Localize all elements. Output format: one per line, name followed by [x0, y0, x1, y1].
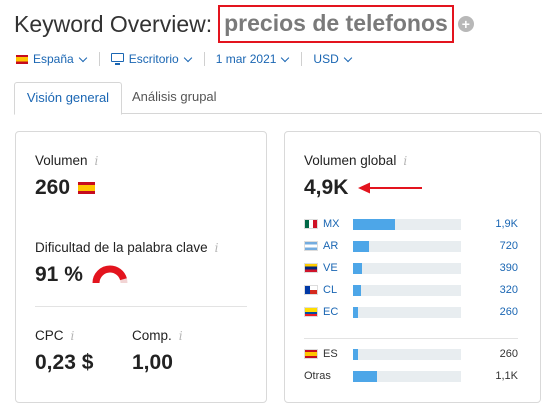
- tab-vision-general[interactable]: Visión general: [14, 82, 122, 115]
- date-filter-label: 1 mar 2021: [215, 52, 277, 66]
- chevron-down-icon: [183, 53, 192, 62]
- filter-separator: [98, 52, 100, 66]
- mx-flag-icon: [304, 219, 318, 229]
- cpc-value: 0,23 $: [35, 351, 94, 374]
- others-share-fill: [353, 370, 377, 382]
- country-share-bar: [353, 240, 461, 252]
- add-plus-icon[interactable]: +: [457, 16, 474, 32]
- country-volume[interactable]: 320: [461, 284, 518, 296]
- difficulty-value-row: 91 %: [35, 263, 129, 287]
- global-volume-label: Volumen global: [304, 153, 397, 168]
- country-share-fill: [353, 262, 362, 274]
- cl-flag-icon: [304, 285, 318, 295]
- country-share-fill: [353, 284, 361, 296]
- page-title: Keyword Overview:: [14, 10, 213, 37]
- info-icon[interactable]: i: [179, 329, 183, 343]
- country-volume[interactable]: 260: [461, 306, 518, 318]
- info-icon[interactable]: i: [71, 329, 75, 343]
- others-share-bar: [353, 370, 461, 382]
- chevron-down-icon: [343, 53, 353, 62]
- country-filter[interactable]: España: [16, 52, 88, 66]
- country-share-fill: [353, 348, 358, 360]
- country-share-bar: [353, 348, 461, 360]
- cpc-label-row: CPC i: [35, 328, 74, 343]
- country-row-ve[interactable]: VE 390: [304, 260, 518, 276]
- country-share-bar: [353, 284, 461, 296]
- others-row: Otras 1,1K: [304, 368, 518, 384]
- country-code[interactable]: VE: [323, 262, 353, 274]
- card-divider: [35, 306, 247, 307]
- country-row-ec[interactable]: EC 260: [304, 304, 518, 320]
- date-filter[interactable]: 1 mar 2021: [216, 52, 291, 66]
- es-flag-icon: [304, 349, 318, 359]
- keyword-text: precios de telefonos: [224, 10, 448, 36]
- cpc-label: CPC: [35, 328, 64, 343]
- country-code[interactable]: AR: [323, 240, 353, 252]
- global-volume-card: Volumen global i 4,9K MX 1,9K AR 720 VE 390 CL…: [284, 131, 541, 403]
- ve-flag-icon: [304, 263, 318, 273]
- info-icon[interactable]: i: [403, 154, 407, 168]
- country-share-fill: [353, 218, 395, 230]
- filter-bar: España Escritorio 1 mar 2021 USD: [16, 50, 353, 68]
- country-share-fill: [353, 306, 358, 318]
- ec-flag-icon: [304, 307, 318, 317]
- country-share-bar: [353, 306, 461, 318]
- country-row-cl[interactable]: CL 320: [304, 282, 518, 298]
- others-label: Otras: [304, 370, 331, 382]
- country-share-fill: [353, 240, 369, 252]
- spain-flag-icon: [16, 54, 28, 64]
- currency-filter-label: USD: [313, 52, 339, 66]
- volume-label-row: Volumen i: [35, 153, 98, 168]
- difficulty-label: Dificultad de la palabra clave: [35, 240, 208, 255]
- device-filter[interactable]: Escritorio: [110, 52, 193, 66]
- country-volume: 260: [499, 348, 518, 360]
- title-row: Keyword Overview: precios de telefonos +: [14, 4, 474, 44]
- country-volume[interactable]: 390: [461, 262, 518, 274]
- volume-value-row: 260: [35, 176, 96, 200]
- tab-analisis-grupal[interactable]: Análisis grupal: [132, 82, 217, 114]
- currency-filter[interactable]: USD: [313, 52, 353, 66]
- red-arrow-icon: [358, 182, 423, 194]
- country-row-es: ES 260: [304, 346, 518, 362]
- difficulty-value: 91 %: [35, 263, 83, 286]
- country-volume[interactable]: 1,9K: [461, 218, 518, 230]
- country-filter-label: España: [33, 52, 74, 66]
- comp-label: Comp.: [132, 328, 172, 343]
- global-volume-label-row: Volumen global i: [304, 153, 407, 168]
- country-code[interactable]: MX: [323, 218, 353, 230]
- distribution-divider: [304, 338, 518, 339]
- volume-value: 260: [35, 176, 71, 199]
- country-code: ES: [323, 348, 338, 360]
- filter-separator: [203, 52, 205, 66]
- device-filter-label: Escritorio: [128, 52, 179, 66]
- country-row-ar[interactable]: AR 720: [304, 238, 518, 254]
- spain-flag-icon: [78, 182, 96, 194]
- difficulty-gauge-icon: [92, 265, 128, 284]
- global-volume-value: 4,9K: [304, 176, 349, 199]
- desktop-icon: [110, 53, 124, 65]
- info-icon[interactable]: i: [95, 154, 99, 168]
- volume-label: Volumen: [35, 153, 88, 168]
- global-volume-value-row: 4,9K: [304, 176, 424, 200]
- country-volume[interactable]: 720: [461, 240, 518, 252]
- info-icon[interactable]: i: [215, 241, 219, 255]
- tab-bar: Visión general Análisis grupal: [14, 82, 542, 115]
- country-row-mx[interactable]: MX 1,9K: [304, 216, 518, 232]
- difficulty-label-row: Dificultad de la palabra clave i: [35, 240, 218, 255]
- chevron-down-icon: [78, 53, 87, 62]
- keyword-highlight-box: precios de telefonos: [218, 5, 454, 43]
- others-volume: 1,1K: [495, 370, 518, 382]
- keyword-metrics-card: Volumen i 260 Dificultad de la palabra c…: [15, 131, 267, 403]
- country-code[interactable]: CL: [323, 284, 353, 296]
- chevron-down-icon: [281, 53, 290, 62]
- country-code[interactable]: EC: [323, 306, 353, 318]
- filter-separator: [301, 52, 303, 66]
- ar-flag-icon: [304, 241, 318, 251]
- comp-label-row: Comp. i: [132, 328, 183, 343]
- country-share-bar: [353, 218, 461, 230]
- comp-value: 1,00: [132, 351, 173, 374]
- country-share-bar: [353, 262, 461, 274]
